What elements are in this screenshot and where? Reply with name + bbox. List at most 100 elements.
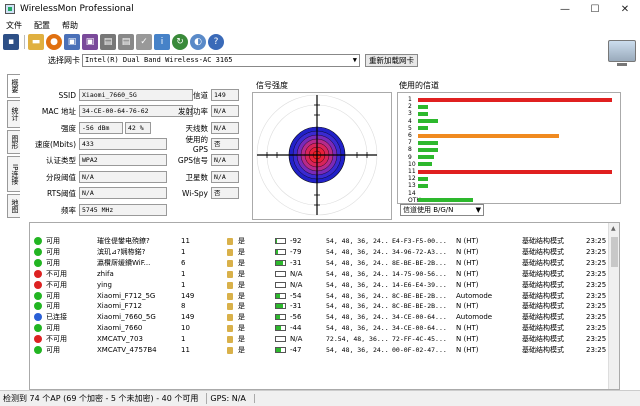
scroll-thumb[interactable] — [611, 237, 618, 267]
cell-time: 23:25 — [586, 291, 607, 300]
cell-sec: 是 — [238, 313, 245, 322]
print-preview-icon[interactable]: ▤ — [118, 34, 134, 50]
help-icon[interactable]: ? — [208, 34, 224, 50]
table-row[interactable]: 可用 璀佺偍鐢电殑鐐? 11 是 -92 54, 48, 36, 24... E4-F3-F… — [30, 236, 610, 247]
gps-signal-value: N/A — [211, 154, 239, 166]
channel-label: 14 — [408, 189, 416, 197]
close-button[interactable]: ✕ — [610, 0, 640, 18]
cell-mac: 8C-BE-BE-2B... — [392, 291, 447, 300]
cell-sec: 是 — [238, 335, 245, 344]
open-folder-icon[interactable]: ▬ — [28, 34, 44, 50]
adapter-row: 选择网卡 Intel(R) Dual Band Wireless-AC 3165… — [0, 52, 640, 68]
antennas-row: 天线数 N/A — [172, 122, 239, 134]
chevron-down-icon: ▼ — [352, 55, 357, 64]
save-icon[interactable]: ▪ — [3, 34, 19, 50]
table-row[interactable]: 可用 滨玑⊿?娴栫鍩? 1 是 -79 54, 48, 36, 24... 34-96-72… — [30, 247, 610, 258]
cell-sig: -31 — [290, 258, 302, 267]
adapter-select[interactable]: Intel(R) Dual Band Wireless-AC 3165 ▼ — [82, 53, 360, 67]
menu-config[interactable]: 配置 — [34, 20, 50, 31]
minimize-button[interactable]: — — [550, 0, 580, 18]
tab-summary[interactable]: 概要 — [7, 74, 20, 98]
cell-mode: N (HT) — [456, 269, 479, 278]
signal-radar-graphic — [256, 94, 378, 216]
txpower-value: N/A — [211, 105, 239, 117]
strength-dbm-value: -56 dBm — [79, 122, 123, 134]
channel-label: 12 — [408, 175, 416, 183]
tab-map[interactable]: 地图 — [7, 194, 20, 218]
cell-ssid: Xiaomi_7660 — [97, 324, 143, 333]
cell-ssid: Xiaomi_F712 — [97, 302, 142, 311]
table-row[interactable]: 可用 XMCATV_4757B4 11 是 -47 54, 48, 36, 24... 00… — [30, 345, 610, 356]
refresh-icon[interactable]: ↻ — [172, 34, 188, 50]
wispy-label: Wi-Spy — [181, 188, 208, 198]
tab-statistics[interactable]: 统计 — [7, 100, 20, 128]
ap-list[interactable]: ▲ 可用 璀佺偍鐢电殑鐐? 11 是 -92 54, 48, 36, 24... E4-F3… — [29, 222, 620, 390]
cell-mac: 72-FF-4C-45... — [392, 335, 447, 344]
cell-ch: 1 — [181, 247, 186, 256]
cell-sec: 是 — [238, 247, 245, 256]
tab-graph[interactable]: 图形 — [7, 130, 20, 154]
auth-row: 认证类型 WPA2 — [22, 154, 167, 166]
table-row[interactable]: 可用 瀛欑厛缓鐨WiF... 6 是 -31 54, 48, 36, 24... 8E-BE… — [30, 258, 610, 269]
channel-bar-5 — [418, 126, 428, 131]
freq-value: 5745 MHz — [79, 204, 167, 216]
cell-rates: 54, 48, 36, 24... — [326, 247, 388, 256]
app-icon — [5, 4, 15, 14]
table-row[interactable]: 不可用 XMCATV_703 1 是 N/A 72.54, 48, 36... 72-FF-… — [30, 334, 610, 345]
satellites-label: 卫星数 — [185, 172, 209, 182]
table-row[interactable]: 可用 Xiaomi_7660 10 是 -44 54, 48, 36, 24... 34-C… — [30, 323, 610, 334]
cell-ssid: 滨玑⊿?娴栫鍩? — [97, 247, 146, 256]
freq-label: 频率 — [61, 205, 76, 215]
signal-bar-fill — [276, 348, 281, 352]
cell-mac: 00-0F-02-47... — [392, 346, 447, 354]
maximize-button[interactable]: ☐ — [580, 0, 610, 18]
gps-signal-label: GPS信号 — [177, 155, 208, 165]
cell-sig: N/A — [290, 335, 303, 344]
cell-type: 基础结构模式 — [522, 324, 564, 333]
connect-icon[interactable]: ▣ — [82, 34, 98, 50]
reload-adapter-button[interactable]: 重新加载网卡 — [365, 53, 418, 67]
cell-sig: -54 — [290, 291, 302, 300]
cell-rates: 54, 48, 36, 24... — [326, 291, 388, 300]
table-row[interactable]: 不可用 zhifa 1 是 N/A 54, 48, 36, 24... 14-75-90-5… — [30, 269, 610, 280]
status-dot-icon — [34, 291, 42, 300]
cell-sig: -47 — [290, 346, 302, 354]
tab-ip-connections[interactable]: IP连接 — [7, 156, 20, 192]
frag-row: 分段阈值 N/A — [22, 171, 167, 183]
cell-type: 基础结构模式 — [522, 280, 564, 289]
info-panel: SSID Xiaomi_7660_5G 信道 149 MAC 地址 34-CE-… — [22, 85, 250, 220]
signal-bar — [275, 336, 286, 343]
adapter-label: 选择网卡 — [48, 55, 80, 65]
cell-ssid: XMCATV_703 — [97, 335, 143, 344]
scroll-up-icon[interactable]: ▲ — [611, 225, 616, 232]
cell-rates: 54, 48, 36, 24... — [326, 280, 388, 289]
speed-row: 速度(Mbits) 433 — [22, 138, 167, 150]
table-row[interactable]: 已连接 Xiaomi_7660_5G 149 是 -56 54, 48, 36, 24..… — [30, 312, 610, 323]
cell-time: 23:25 — [586, 335, 607, 344]
cell-time: 23:25 — [586, 237, 607, 245]
cell-mode: N (HT) — [456, 302, 479, 311]
menu-file[interactable]: 文件 — [6, 20, 22, 31]
cell-rates: 72.54, 48, 36... — [326, 335, 388, 344]
table-row[interactable]: 可用 Xiaomi_F712_5G 149 是 -54 54, 48, 36, 24...… — [30, 291, 610, 302]
print-icon[interactable]: ▤ — [100, 34, 116, 50]
network-icon[interactable]: ▣ — [64, 34, 80, 50]
signal-bar-fill — [276, 249, 278, 254]
table-row[interactable]: 不可用 ying 1 是 N/A 54, 48, 36, 24... 14-E6-E4-39… — [30, 280, 610, 291]
channel-bar-1 — [418, 97, 613, 102]
cell-ssid: 璀佺偍鐢电殑鐐? — [97, 237, 150, 245]
channel-mode-value: 信道使用 B/G/N — [403, 206, 454, 214]
cell-sig: -56 — [290, 313, 302, 322]
export-icon[interactable]: ✓ — [136, 34, 152, 50]
record-icon[interactable]: ● — [46, 34, 62, 50]
info-icon[interactable]: i — [154, 34, 170, 50]
channel-bar-10 — [418, 162, 432, 167]
channel-mode-select[interactable]: 信道使用 B/G/N ▼ — [400, 204, 484, 216]
table-row[interactable]: 可用 Xiaomi_F712 8 是 -31 54, 48, 36, 24... 8C-BE… — [30, 301, 610, 312]
cell-rates: 54, 48, 36, 24... — [326, 324, 388, 333]
mac-label: MAC 地址 — [41, 106, 76, 116]
cell-ch: 6 — [181, 258, 186, 267]
lock-icon — [227, 314, 233, 322]
menu-help[interactable]: 帮助 — [62, 20, 78, 31]
globe-icon[interactable]: ◐ — [190, 34, 206, 50]
